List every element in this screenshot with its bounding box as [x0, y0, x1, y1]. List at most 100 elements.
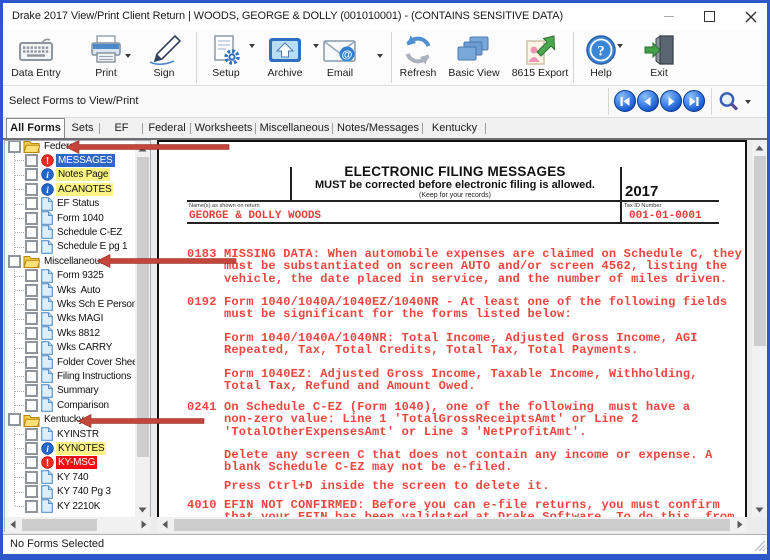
- dropdown-caret-icon[interactable]: [617, 44, 623, 48]
- close-button[interactable]: [745, 11, 757, 23]
- tree-connector: [15, 276, 24, 277]
- archive-button[interactable]: Archive: [255, 33, 315, 83]
- section-checkbox[interactable]: [8, 255, 21, 268]
- email-button[interactable]: @Email: [314, 33, 366, 83]
- tab-federal[interactable]: Federal: [143, 120, 191, 138]
- tree-item-label[interactable]: Wks CARRY: [55, 341, 114, 354]
- scroll-thumb[interactable]: [174, 519, 730, 531]
- scroll-down-icon[interactable]: [135, 502, 150, 517]
- form-checkbox[interactable]: [25, 183, 38, 196]
- form-checkbox[interactable]: [25, 312, 38, 325]
- nav-last-button[interactable]: [683, 90, 705, 112]
- 8615-export-button[interactable]: 8615 Export: [509, 33, 571, 83]
- form-checkbox[interactable]: [25, 442, 38, 455]
- tab-kentucky[interactable]: Kentucky: [423, 120, 486, 138]
- tree-item-label[interactable]: KYNOTES: [56, 442, 106, 455]
- maximize-button[interactable]: [704, 11, 715, 22]
- tree-connector: [15, 189, 24, 190]
- tree-item-label[interactable]: KY 2210K: [55, 500, 102, 513]
- tree-item-label[interactable]: KY-MSG: [56, 456, 97, 469]
- vertical-scrollbar[interactable]: [135, 141, 150, 517]
- scroll-thumb[interactable]: [137, 157, 149, 457]
- exit-button[interactable]: Exit: [635, 33, 683, 83]
- tab-worksheets[interactable]: Worksheets: [191, 120, 256, 138]
- form-checkbox[interactable]: [25, 500, 38, 513]
- scroll-up-icon[interactable]: [752, 140, 767, 155]
- tree-item-label[interactable]: EF Status: [55, 197, 101, 210]
- tree-item-label[interactable]: ACANOTES: [56, 183, 113, 196]
- tab-all-forms[interactable]: All Forms: [6, 118, 65, 138]
- dropdown-caret-icon[interactable]: [377, 54, 383, 58]
- minimize-button[interactable]: [664, 16, 674, 17]
- horizontal-scrollbar[interactable]: [5, 517, 151, 532]
- form-checkbox[interactable]: [25, 168, 38, 181]
- sign-button[interactable]: Sign: [136, 33, 192, 83]
- tree-item-label[interactable]: Schedule E pg 1: [55, 240, 129, 253]
- form-checkbox[interactable]: [25, 428, 38, 441]
- tree-item-label[interactable]: Notes Page: [56, 168, 110, 181]
- tree-item-label[interactable]: Wks 8812: [55, 327, 102, 340]
- form-checkbox[interactable]: [25, 384, 38, 397]
- tree-item-label[interactable]: Filing Instructions: [55, 370, 133, 383]
- search-button[interactable]: [717, 90, 741, 119]
- tab-sets[interactable]: Sets: [65, 120, 100, 138]
- form-checkbox[interactable]: [25, 471, 38, 484]
- dropdown-caret-icon[interactable]: [125, 54, 131, 58]
- form-checkbox[interactable]: [25, 456, 38, 469]
- title-bar[interactable]: Drake 2017 View/Print Client Return | WO…: [3, 3, 767, 31]
- form-checkbox[interactable]: [25, 327, 38, 340]
- tree-item-label[interactable]: Wks MAGI: [55, 312, 105, 325]
- scroll-down-icon[interactable]: [752, 502, 767, 517]
- form-checkbox[interactable]: [25, 356, 38, 369]
- form-checkbox[interactable]: [25, 284, 38, 297]
- data-entry-button[interactable]: Data Entry: [7, 33, 65, 83]
- scroll-right-icon[interactable]: [732, 517, 747, 532]
- tab-miscellaneous[interactable]: Miscellaneous: [256, 120, 333, 138]
- tree-item-label[interactable]: KY 740 Pg 3: [55, 485, 113, 498]
- form-checkbox[interactable]: [25, 226, 38, 239]
- refresh-label: Refresh: [390, 67, 446, 79]
- tree-item-row: KY 2210K: [5, 499, 137, 513]
- tree-item-label[interactable]: KY 740: [55, 471, 90, 484]
- tree-item-label[interactable]: Summary: [55, 384, 100, 397]
- tab-ef[interactable]: EF: [100, 120, 143, 138]
- nav-first-button[interactable]: [614, 90, 636, 112]
- tree-item-label[interactable]: Folder Cover Sheet: [55, 356, 142, 369]
- nav-next-button[interactable]: [660, 90, 682, 112]
- help-button[interactable]: ?Help: [576, 33, 626, 83]
- scroll-thumb[interactable]: [22, 519, 97, 531]
- exit-door-icon: [643, 35, 675, 65]
- form-checkbox[interactable]: [25, 212, 38, 225]
- horizontal-scrollbar[interactable]: [157, 517, 747, 532]
- scroll-thumb[interactable]: [754, 156, 766, 346]
- form-checkbox[interactable]: [25, 341, 38, 354]
- setup-button[interactable]: Setup: [198, 33, 254, 83]
- vertical-scrollbar[interactable]: [752, 140, 767, 517]
- print-button[interactable]: Print: [78, 33, 134, 83]
- nav-previous-button[interactable]: [637, 90, 659, 112]
- tree-item-row: Wks CARRY: [5, 341, 137, 355]
- form-checkbox[interactable]: [25, 399, 38, 412]
- form-checkbox[interactable]: [25, 269, 38, 282]
- search-caret-icon[interactable]: [745, 100, 751, 104]
- tree-item-label[interactable]: Wks Sch E Persona: [55, 298, 145, 311]
- tree-item-label[interactable]: Comparison: [55, 399, 111, 412]
- tree-item-label[interactable]: Form 1040: [55, 212, 106, 225]
- form-checkbox[interactable]: [25, 154, 38, 167]
- form-checkbox[interactable]: [25, 370, 38, 383]
- tree-item-label[interactable]: Wks Auto: [55, 284, 102, 297]
- basic-view-button[interactable]: Basic View: [443, 33, 505, 83]
- tree-item-label[interactable]: Schedule C-EZ: [55, 226, 124, 239]
- refresh-button[interactable]: Refresh: [390, 33, 446, 83]
- section-checkbox[interactable]: [8, 413, 21, 426]
- tab-notes-messages[interactable]: Notes/Messages: [333, 120, 423, 138]
- scroll-left-icon[interactable]: [5, 517, 20, 532]
- section-checkbox[interactable]: [8, 140, 21, 153]
- form-checkbox[interactable]: [25, 485, 38, 498]
- form-checkbox[interactable]: [25, 240, 38, 253]
- resize-grip[interactable]: [754, 540, 766, 552]
- form-checkbox[interactable]: [25, 298, 38, 311]
- scroll-right-icon[interactable]: [136, 517, 151, 532]
- scroll-left-icon[interactable]: [157, 517, 172, 532]
- form-checkbox[interactable]: [25, 197, 38, 210]
